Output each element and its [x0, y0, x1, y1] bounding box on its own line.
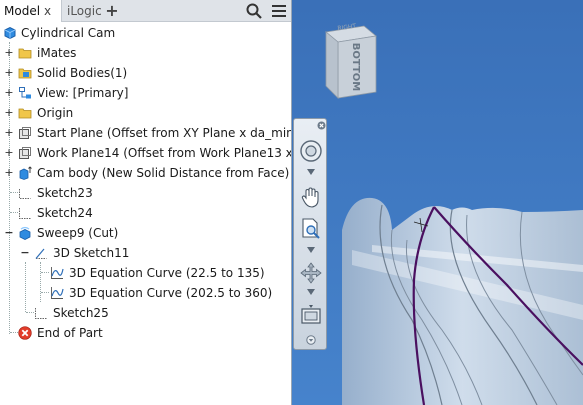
tree-item-label: Start Plane (Offset from XY Plane x da_m… [37, 126, 292, 140]
tree-item-label: Sweep9 (Cut) [37, 226, 119, 240]
tree-item-cam-body[interactable]: + Cam body (New Solid Distance from Face… [0, 163, 291, 183]
tree-item-start-plane[interactable]: + Start Plane (Offset from XY Plane x da… [0, 123, 292, 143]
view-rep-icon [19, 87, 31, 99]
tree-item-imates[interactable]: + iMates [0, 43, 291, 63]
tree-item-label: End of Part [37, 326, 103, 340]
expand-icon[interactable]: + [4, 147, 14, 158]
equation-curve-icon [51, 287, 64, 299]
expand-icon[interactable]: + [4, 47, 14, 58]
chevron-down-icon[interactable] [307, 289, 315, 295]
folder-icon [18, 108, 32, 119]
chevron-down-icon[interactable] [307, 169, 315, 175]
expand-icon[interactable]: + [4, 87, 14, 98]
sketch-icon [19, 208, 31, 219]
tree-item-equation-curve-1[interactable]: 3D Equation Curve (22.5 to 135) [0, 263, 291, 283]
tree-item-label: View: [Primary] [37, 86, 129, 100]
sweep-icon [19, 226, 31, 240]
tree-item-origin[interactable]: + Origin [0, 103, 291, 123]
3d-sketch-icon [35, 248, 47, 259]
collapse-icon[interactable]: − [4, 227, 14, 238]
expand-icon[interactable]: + [4, 127, 14, 138]
tree-item-work-plane14[interactable]: + Work Plane14 (Offset from Work Plane13… [0, 143, 292, 163]
viewcube-face-label: BOTTOM [350, 42, 361, 92]
part-icon [4, 26, 16, 40]
model-browser: Model x iLogic + Cylindrical Cam + iMate… [0, 0, 292, 405]
browser-tab-bar: Model x iLogic + [0, 0, 291, 22]
tree-item-label: 3D Equation Curve (22.5 to 135) [69, 266, 265, 280]
orbit-icon[interactable] [299, 261, 323, 285]
tree-item-label: Solid Bodies(1) [37, 66, 128, 80]
tree-item-label: Sketch23 [37, 186, 93, 200]
add-tab-button[interactable]: + [104, 0, 120, 22]
chevron-down-icon[interactable] [307, 247, 315, 253]
tree-item-solid-bodies[interactable]: + Solid Bodies(1) [0, 63, 291, 83]
navigation-bar [293, 118, 327, 350]
folder-icon [18, 48, 32, 59]
navbar-close-icon[interactable] [317, 121, 326, 130]
equation-curve-icon [51, 267, 64, 279]
expand-icon[interactable]: + [4, 107, 14, 118]
tree-item-label: 3D Equation Curve (202.5 to 360) [69, 286, 273, 300]
tab-ilogic[interactable]: iLogic [63, 0, 103, 22]
tree-item-sketch25[interactable]: Sketch25 [0, 303, 291, 323]
tree-item-label: Work Plane14 (Offset from Work Plane13 x… [37, 146, 292, 160]
look-at-icon[interactable] [299, 303, 323, 327]
solid-bodies-folder-icon [18, 68, 32, 79]
tree-item-label: iMates [37, 46, 77, 60]
tree-item-root[interactable]: Cylindrical Cam [0, 23, 291, 43]
tab-model-label: Model [4, 4, 41, 18]
tree-item-label: Cylindrical Cam [21, 26, 116, 40]
tree-item-label: 3D Sketch11 [53, 246, 130, 260]
tree-item-label: Sketch25 [53, 306, 109, 320]
tab-model[interactable]: Model x [0, 0, 62, 22]
end-of-part-icon [18, 326, 32, 340]
expand-icon[interactable]: + [4, 167, 14, 178]
tree-item-label: Sketch24 [37, 206, 93, 220]
extrude-icon [19, 166, 32, 180]
tree-item-label: Origin [37, 106, 74, 120]
pan-hand-icon[interactable] [299, 185, 323, 209]
model-tree: Cylindrical Cam + iMates + Solid Bodies(… [0, 22, 292, 405]
tree-item-label: Cam body (New Solid Distance from Face) [37, 166, 290, 180]
hamburger-menu-icon[interactable] [270, 2, 288, 20]
tree-item-sweep9[interactable]: − Sweep9 (Cut) [0, 223, 291, 243]
tree-item-equation-curve-2[interactable]: 3D Equation Curve (202.5 to 360) [0, 283, 291, 303]
tree-item-sketch24[interactable]: Sketch24 [0, 203, 291, 223]
tree-item-sketch23[interactable]: Sketch23 [0, 183, 291, 203]
expand-icon[interactable]: + [4, 67, 14, 78]
work-plane-icon [19, 127, 31, 139]
sketch-icon [35, 308, 47, 319]
tree-item-3d-sketch11[interactable]: − 3D Sketch11 [0, 243, 291, 263]
search-icon[interactable] [245, 2, 263, 20]
graphics-viewport[interactable]: BOTTOM RIGHT [292, 0, 583, 405]
tab-model-close-icon[interactable]: x [44, 0, 51, 22]
navbar-options-icon[interactable] [306, 335, 316, 345]
sketch-icon [19, 189, 31, 199]
steering-wheel-icon[interactable] [299, 139, 323, 163]
tree-item-end-of-part[interactable]: End of Part [0, 323, 291, 343]
tree-item-view[interactable]: + View: [Primary] [0, 83, 291, 103]
work-plane-icon [19, 147, 31, 159]
zoom-icon[interactable] [299, 217, 323, 241]
collapse-icon[interactable]: − [20, 247, 30, 258]
